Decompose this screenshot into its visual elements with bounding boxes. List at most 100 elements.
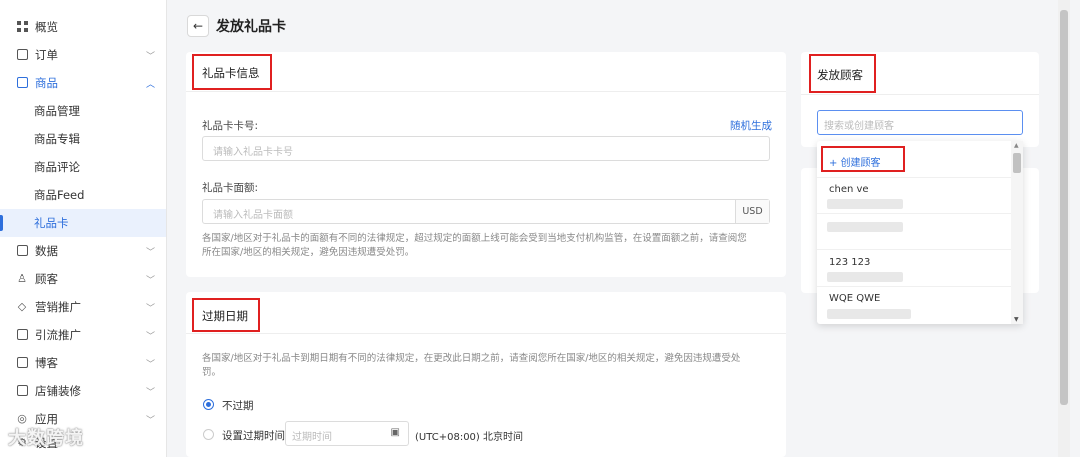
amount-help-line1: 各国家/地区对于礼品卡的面额有不同的法律规定，超过规定的面额上线可能会受到当地支… xyxy=(202,233,747,244)
customer-email-blurred xyxy=(827,272,903,282)
sidebar-item-label: 店铺装修 xyxy=(35,384,81,398)
customer-option[interactable] xyxy=(817,214,1011,250)
sidebar-item-label: 商品专辑 xyxy=(34,132,80,146)
date-placeholder: 过期时间 xyxy=(292,432,332,443)
code-placeholder: 请输入礼品卡卡号 xyxy=(213,147,293,158)
sidebar-item-label: 概览 xyxy=(35,20,58,34)
sidebar: 概览 订单 ﹀ 商品 ︿ 商品管理 商品专辑 商品评论 商品Feed 礼品卡 数… xyxy=(0,0,167,457)
amount-input[interactable]: 请输入礼品卡面额 USD xyxy=(202,199,770,224)
sidebar-item-store-design[interactable]: 店铺装修 ﹀ xyxy=(0,377,166,405)
sidebar-item-traffic[interactable]: 引流推广 ﹀ xyxy=(0,321,166,349)
set-expiry-label: 设置过期时间 xyxy=(222,430,285,442)
grid-icon xyxy=(16,21,28,33)
sidebar-item-orders[interactable]: 订单 ﹀ xyxy=(0,41,166,69)
calendar-icon: ▣ xyxy=(390,427,400,438)
customer-name: WQE QWE xyxy=(829,293,881,304)
back-arrow-icon: ← xyxy=(192,19,204,33)
customer-card: 发放顾客 搜索或创建顾客 xyxy=(801,52,1039,147)
chevron-down-icon: ﹀ xyxy=(146,51,156,62)
dropdown-scrollbar[interactable]: ▲ ▼ xyxy=(1011,141,1023,324)
customer-dropdown: + 创建顾客 chen ve 123 123 WQE QWE xyxy=(817,141,1023,324)
sidebar-item-reviews[interactable]: 商品评论 xyxy=(0,153,166,181)
sidebar-item-products[interactable]: 商品 ︿ xyxy=(0,69,166,97)
store-icon xyxy=(16,385,28,397)
customer-name: 123 123 xyxy=(829,257,871,268)
user-icon: ♙ xyxy=(17,272,27,285)
page-scrollbar[interactable] xyxy=(1058,0,1070,457)
amount-placeholder: 请输入礼品卡面额 xyxy=(213,210,293,221)
chevron-down-icon: ﹀ xyxy=(146,415,156,426)
never-expire-label: 不过期 xyxy=(222,400,254,412)
dropdown-scroll-thumb[interactable] xyxy=(1013,153,1021,173)
search-placeholder: 搜索或创建顾客 xyxy=(824,121,894,132)
sidebar-item-product-management[interactable]: 商品管理 xyxy=(0,97,166,125)
sidebar-item-label: 商品管理 xyxy=(34,104,80,118)
amount-label: 礼品卡面额: xyxy=(202,182,259,194)
customer-option[interactable]: 123 123 xyxy=(817,250,1011,287)
page-scroll-thumb[interactable] xyxy=(1060,10,1068,405)
sidebar-item-collections[interactable]: 商品专辑 xyxy=(0,125,166,153)
card-header xyxy=(186,292,786,334)
sidebar-item-data[interactable]: 数据 ﹀ xyxy=(0,237,166,265)
customer-option[interactable]: chen ve xyxy=(817,178,1011,214)
chevron-down-icon: ﹀ xyxy=(146,247,156,258)
sidebar-item-customers[interactable]: ♙ 顾客 ﹀ xyxy=(0,265,166,293)
chevron-down-icon: ﹀ xyxy=(146,303,156,314)
code-label: 礼品卡卡号: xyxy=(202,120,259,132)
sidebar-item-label: 礼品卡 xyxy=(34,216,69,230)
chevron-down-icon: ﹀ xyxy=(146,387,156,398)
expiry-help-line2: 罚。 xyxy=(202,367,222,378)
watermark-logo: 大数跨境 xyxy=(8,428,84,449)
sidebar-item-overview[interactable]: 概览 xyxy=(0,13,166,41)
giftcard-info-card: 礼品卡信息 礼品卡卡号: 随机生成 请输入礼品卡卡号 礼品卡面额: 请输入礼品卡… xyxy=(186,52,786,277)
expiry-help-line1: 各国家/地区对于礼品卡到期日期有不同的法律规定，在更改此日期之前，请查阅您所在国… xyxy=(202,353,741,364)
sidebar-item-label: 引流推广 xyxy=(35,328,81,342)
customer-email-blurred xyxy=(827,222,903,232)
sidebar-item-marketing[interactable]: ◇ 营销推广 ﹀ xyxy=(0,293,166,321)
order-icon xyxy=(16,49,28,61)
sidebar-item-feed[interactable]: 商品Feed xyxy=(0,181,166,209)
customer-search-input[interactable]: 搜索或创建顾客 xyxy=(817,110,1023,135)
card-title: 发放顾客 xyxy=(817,68,863,82)
doc-icon xyxy=(16,329,28,341)
sidebar-item-label: 商品评论 xyxy=(34,160,80,174)
blog-icon xyxy=(16,357,28,369)
chart-icon xyxy=(16,245,28,257)
chevron-down-icon: ﹀ xyxy=(146,275,156,286)
sidebar-item-label: 订单 xyxy=(35,48,58,62)
back-button[interactable]: ← xyxy=(187,15,209,37)
sidebar-item-giftcard[interactable]: 礼品卡 xyxy=(0,209,166,237)
radio-set-expiry[interactable] xyxy=(203,429,214,440)
scroll-down-icon: ▼ xyxy=(1014,316,1019,323)
expiry-card: 过期日期 各国家/地区对于礼品卡到期日期有不同的法律规定，在更改此日期之前，请查… xyxy=(186,292,786,457)
chevron-down-icon: ﹀ xyxy=(146,331,156,342)
sidebar-item-label: 营销推广 xyxy=(35,300,81,314)
scroll-up-icon: ▲ xyxy=(1014,142,1019,149)
page-title: 发放礼品卡 xyxy=(216,19,286,35)
customer-name: chen ve xyxy=(829,184,869,195)
chevron-down-icon: ﹀ xyxy=(146,359,156,370)
customer-email-blurred xyxy=(827,309,911,319)
sidebar-item-label: 商品Feed xyxy=(34,188,85,202)
sidebar-item-blog[interactable]: 博客 ﹀ xyxy=(0,349,166,377)
tag-icon: ◇ xyxy=(17,300,27,313)
amount-help-line2: 所在国家/地区的相关规定，避免因违规遭受处罚。 xyxy=(202,247,415,258)
card-header xyxy=(186,52,786,92)
code-input[interactable]: 请输入礼品卡卡号 xyxy=(202,136,770,161)
sidebar-item-label: 顾客 xyxy=(35,272,58,286)
sidebar-item-label: 数据 xyxy=(35,244,58,258)
chevron-up-icon: ︿ xyxy=(146,79,156,90)
radio-never-expire[interactable] xyxy=(203,399,214,410)
currency-suffix: USD xyxy=(735,200,769,223)
customer-option[interactable]: WQE QWE xyxy=(817,287,1011,324)
product-icon xyxy=(16,77,28,89)
timezone-label: (UTC+08:00) 北京时间 xyxy=(415,432,524,443)
card-title: 过期日期 xyxy=(202,309,248,323)
expiry-date-input[interactable]: 过期时间 ▣ xyxy=(285,421,409,446)
customer-email-blurred xyxy=(827,199,903,209)
create-customer-item[interactable]: + 创建顾客 xyxy=(817,141,1011,178)
sidebar-item-label: 博客 xyxy=(35,356,58,370)
sidebar-item-label: 商品 xyxy=(35,76,58,90)
random-generate-link[interactable]: 随机生成 xyxy=(730,118,772,133)
card-title: 礼品卡信息 xyxy=(202,66,260,80)
